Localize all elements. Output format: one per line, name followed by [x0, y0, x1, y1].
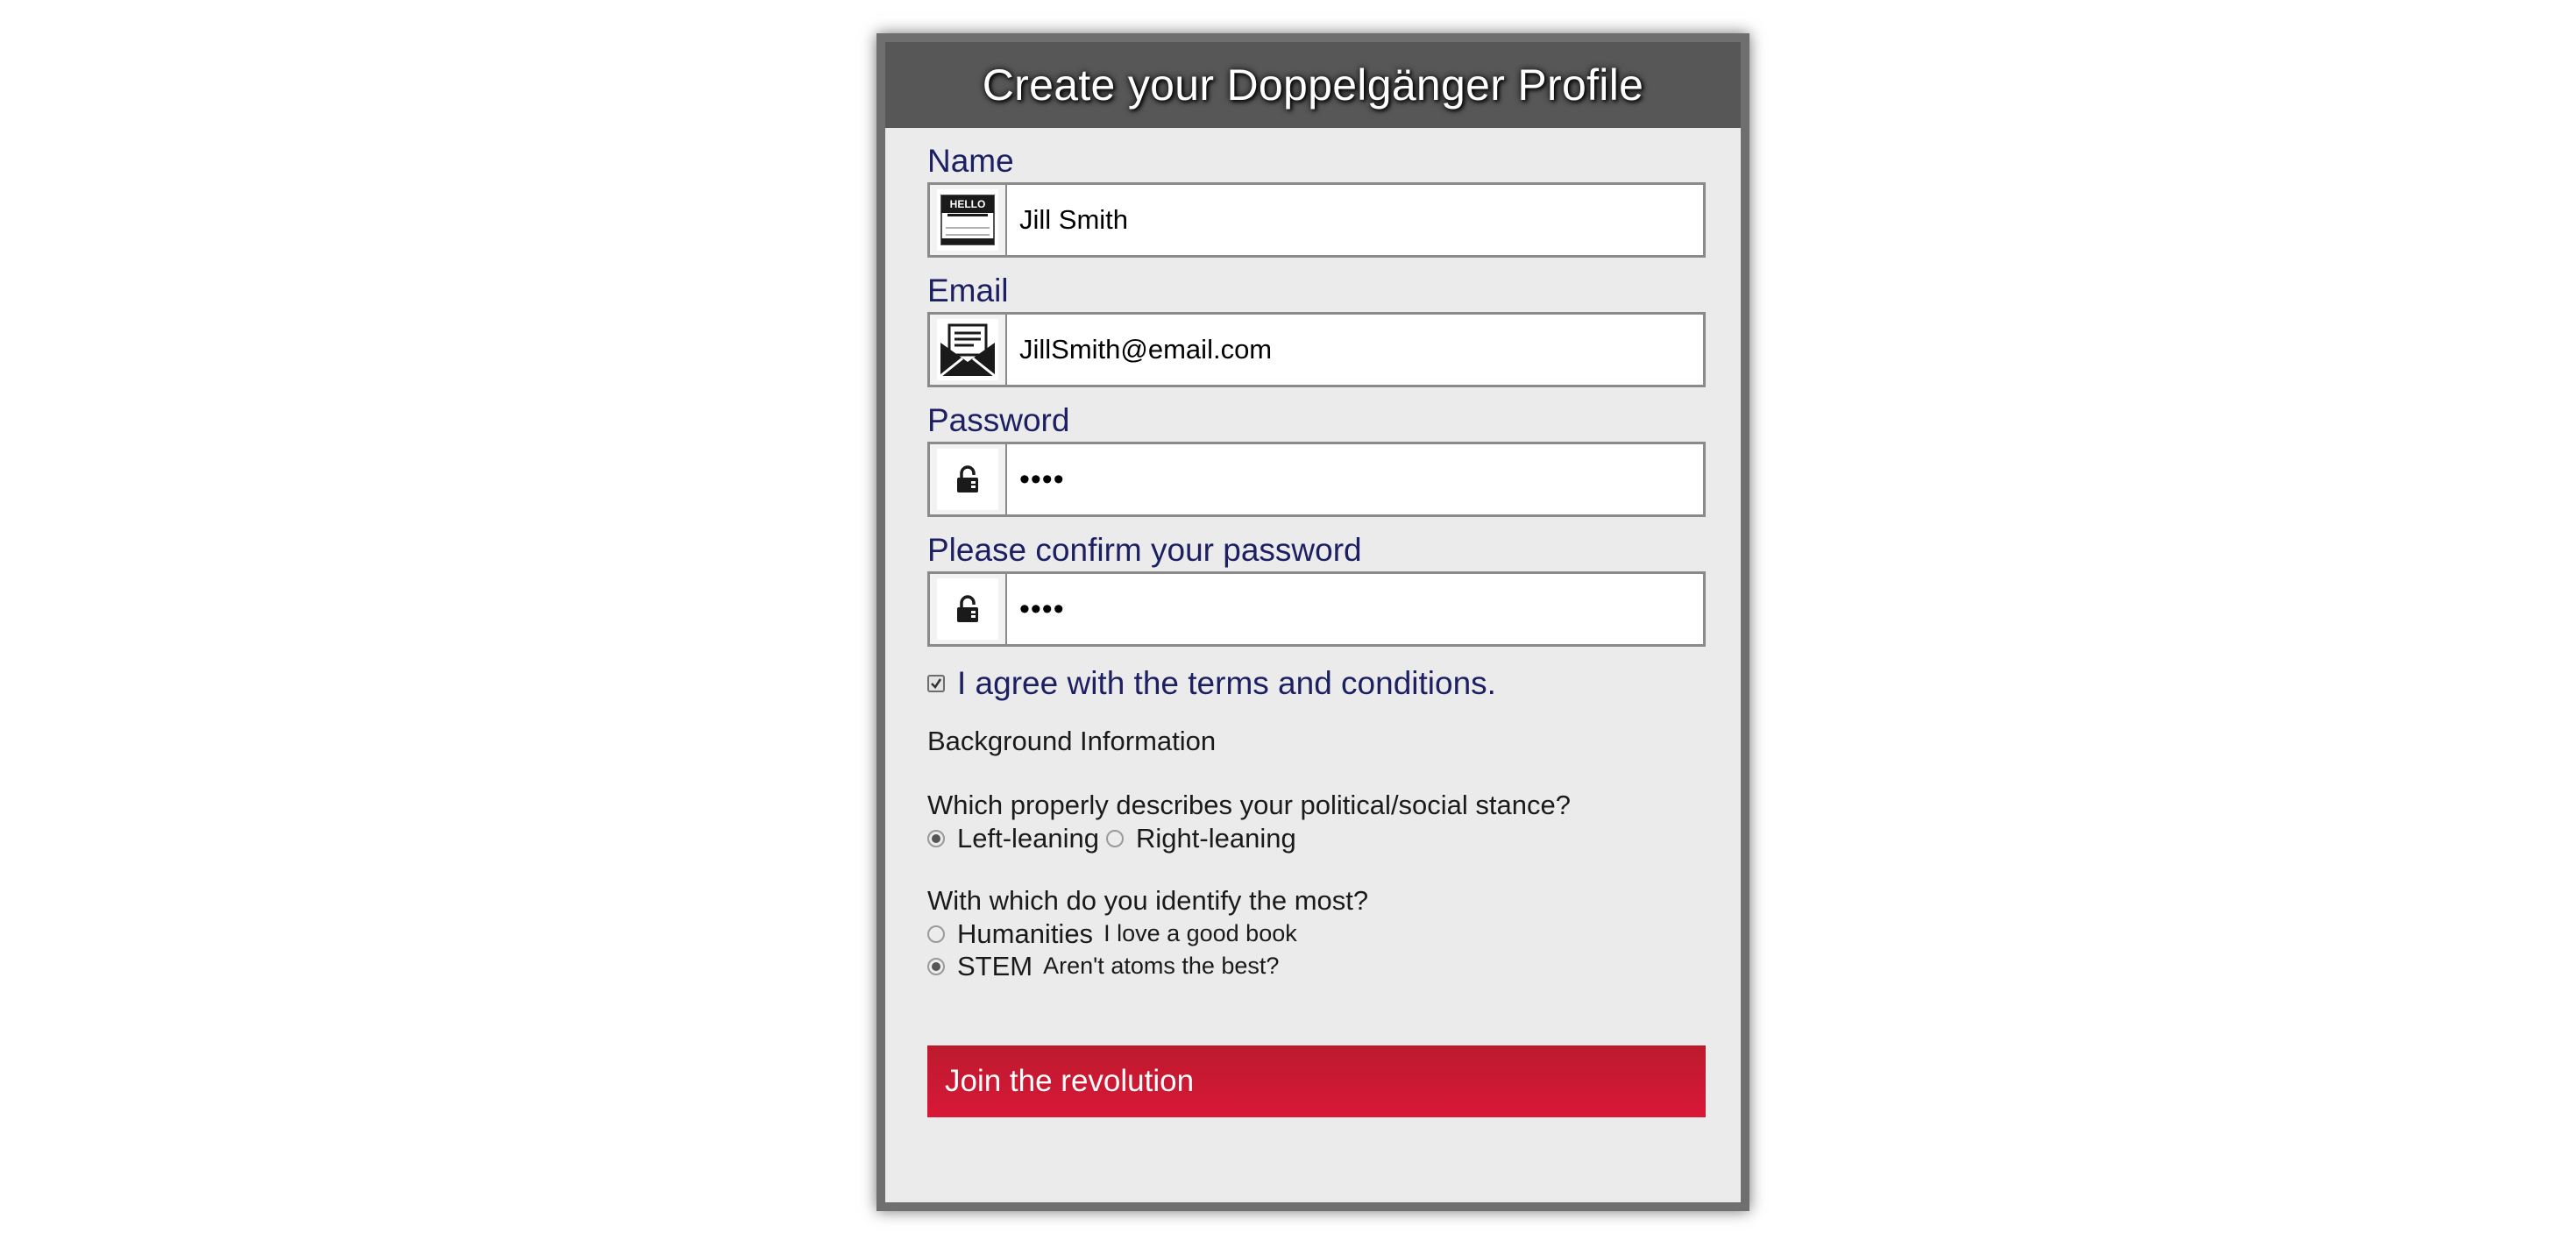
hello-name-tag-icon: HELLO	[930, 185, 1007, 255]
page-title: Create your Doppelgänger Profile	[982, 60, 1644, 110]
password-label: Password	[927, 402, 1070, 438]
lock-icon	[930, 444, 1007, 514]
stem-label[interactable]: STEM	[957, 951, 1033, 982]
humanities-radio[interactable]	[927, 925, 945, 943]
open-envelope-icon	[930, 315, 1007, 385]
right-leaning-radio[interactable]	[1106, 829, 1125, 847]
svg-text:HELLO: HELLO	[950, 198, 986, 210]
email-input[interactable]	[1007, 315, 1703, 385]
profile-card: Create your Doppelgänger Profile Name HE…	[876, 33, 1749, 1211]
name-label: Name	[927, 143, 1014, 179]
left-leaning-label[interactable]: Left-leaning	[957, 823, 1099, 854]
name-input-group: HELLO	[927, 182, 1706, 258]
email-input-group	[927, 312, 1706, 387]
password-input-group	[927, 442, 1706, 517]
confirm-password-label: Please confirm your password	[927, 532, 1362, 568]
identity-option-humanities: Humanities I love a good book	[927, 918, 1707, 950]
identity-question: With which do you identify the most?	[927, 885, 1369, 916]
humanities-subtext: I love a good book	[1103, 920, 1297, 946]
stem-subtext: Aren't atoms the best?	[1043, 953, 1280, 979]
stem-radio[interactable]	[927, 957, 945, 975]
background-info-title: Background Information	[927, 726, 1217, 756]
terms-label[interactable]: I agree with the terms and conditions.	[957, 665, 1496, 702]
right-leaning-label[interactable]: Right-leaning	[1136, 823, 1296, 854]
left-leaning-radio[interactable]	[927, 829, 945, 847]
stance-question: Which properly describes your political/…	[927, 790, 1571, 820]
email-label: Email	[927, 273, 1009, 308]
profile-form: Name HELLO Email	[927, 128, 1707, 1117]
card-header: Create your Doppelgänger Profile	[885, 42, 1741, 128]
humanities-label[interactable]: Humanities	[957, 918, 1093, 950]
password-input[interactable]	[1007, 444, 1703, 514]
terms-row: I agree with the terms and conditions.	[927, 663, 1707, 705]
terms-checkbox[interactable]	[927, 675, 945, 692]
identity-option-stem: STEM Aren't atoms the best?	[927, 950, 1707, 982]
name-input[interactable]	[1007, 185, 1703, 255]
confirm-password-input[interactable]	[1007, 574, 1703, 644]
stance-options: Left-leaning Right-leaning	[927, 822, 1707, 854]
join-revolution-button[interactable]: Join the revolution	[927, 1045, 1706, 1117]
lock-icon	[930, 574, 1007, 644]
confirm-password-input-group	[927, 571, 1706, 647]
